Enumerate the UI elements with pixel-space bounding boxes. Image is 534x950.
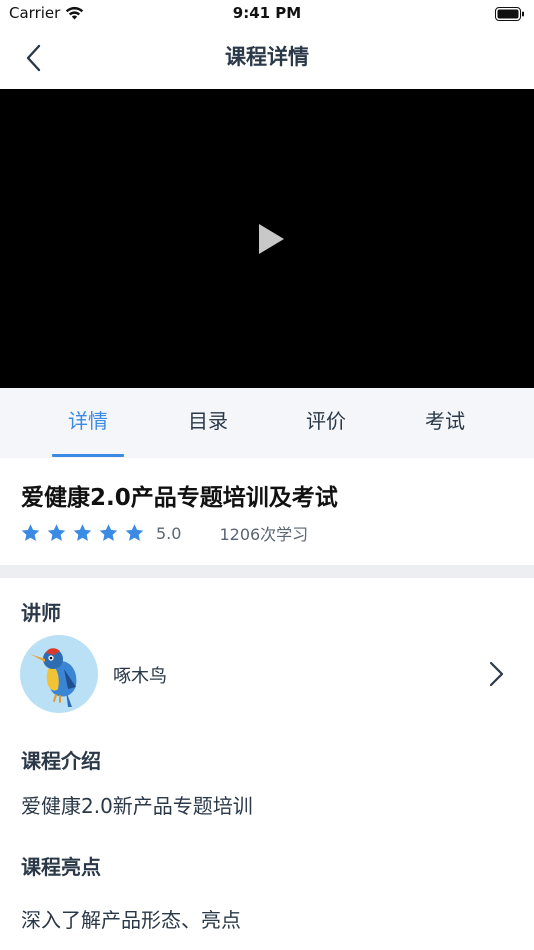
tab-details[interactable]: 详情 <box>38 388 138 458</box>
lecturer-name: 啄木鸟 <box>113 666 167 687</box>
play-button[interactable] <box>256 222 286 256</box>
tab-bar: 详情 目录 评价 考试 <box>0 388 534 458</box>
lecturer-heading: 讲师 <box>21 601 61 625</box>
battery-icon <box>495 6 525 25</box>
navigation-bar: 课程详情 <box>0 28 534 88</box>
highlights-text: 深入了解产品形态、亮点 <box>21 908 241 932</box>
clock: 9:41 PM <box>232 4 302 22</box>
course-title: 爱健康2.0产品专题培训及考试 <box>21 485 338 511</box>
star-icon <box>73 524 92 541</box>
tab-exam[interactable]: 考试 <box>395 388 495 458</box>
intro-heading: 课程介绍 <box>21 749 101 773</box>
tab-reviews[interactable]: 评价 <box>276 388 376 458</box>
section-divider <box>0 565 534 578</box>
star-icon <box>125 524 144 541</box>
active-tab-indicator <box>52 454 124 457</box>
play-icon <box>259 224 284 254</box>
star-icon <box>21 524 40 541</box>
star-icon <box>47 524 66 541</box>
rating-value: 5.0 <box>156 523 182 543</box>
avatar <box>20 635 98 713</box>
tab-catalog[interactable]: 目录 <box>158 388 258 458</box>
page-title: 课程详情 <box>225 45 309 69</box>
woodpecker-icon <box>30 648 77 707</box>
intro-text: 爱健康2.0新产品专题培训 <box>21 794 253 818</box>
rating-row: 5.0 1206次学习 <box>20 521 308 545</box>
highlights-heading: 课程亮点 <box>21 855 101 879</box>
star-icon <box>99 524 118 541</box>
status-bar: Carrier 9:41 PM <box>0 0 534 28</box>
chevron-right-icon <box>489 661 504 687</box>
lecturer-row[interactable]: 啄木鸟 <box>0 633 534 713</box>
study-count: 1206次学习 <box>219 525 309 544</box>
